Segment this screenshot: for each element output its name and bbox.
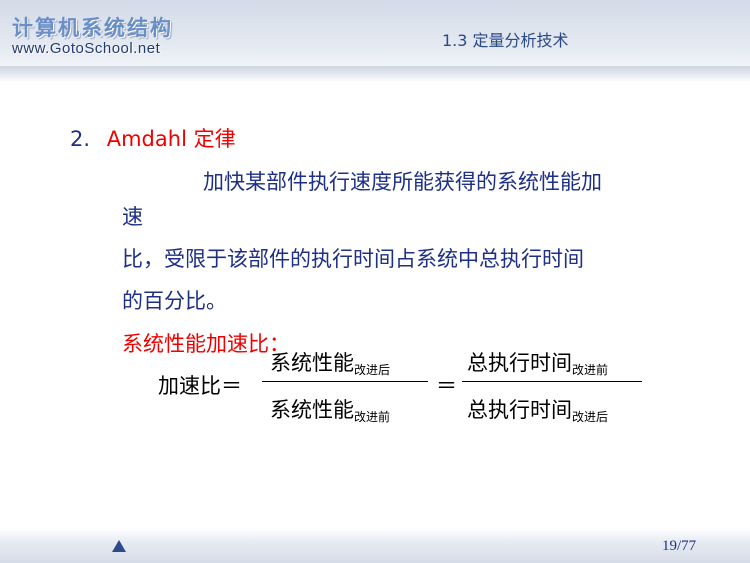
frac1-den-main: 系统性能 xyxy=(270,398,354,422)
body-line-4: 的百分比。 xyxy=(122,289,227,313)
frac2-den-main: 总执行时间 xyxy=(467,398,572,422)
slide-content: 2. Amdahl 定律 加快某部件执行速度所能获得的系统性能加 速 比，受限于… xyxy=(0,0,750,563)
frac1-den-sub: 改进前 xyxy=(354,410,391,424)
page-number: 19/77 xyxy=(662,538,697,554)
frac2-denominator: 总执行时间改进后 xyxy=(467,394,608,425)
heading-title: Amdahl 定律 xyxy=(106,127,236,151)
frac2-numerator: 总执行时间改进前 xyxy=(467,347,608,378)
frac2-den-sub: 改进后 xyxy=(572,410,609,424)
frac2-num-main: 总执行时间 xyxy=(467,351,572,375)
formula-equals: ＝ xyxy=(436,374,457,398)
triangle-up-icon[interactable] xyxy=(112,540,126,552)
body-line-2: 速 xyxy=(122,205,143,229)
body-line-1: 加快某部件执行速度所能获得的系统性能加 xyxy=(203,170,602,194)
frac2-bar xyxy=(462,381,642,382)
heading: 2. Amdahl 定律 xyxy=(70,123,236,153)
frac1-num-sub: 改进后 xyxy=(354,363,391,377)
frac2-num-sub: 改进前 xyxy=(572,363,609,377)
heading-number: 2. xyxy=(70,127,91,151)
frac1-denominator: 系统性能改进前 xyxy=(270,394,390,425)
frac1-bar xyxy=(262,381,428,382)
body-line-3: 比，受限于该部件的执行时间占系统中总执行时间 xyxy=(122,247,584,271)
formula-label: 系统性能加速比： xyxy=(122,332,290,356)
frac1-num-main: 系统性能 xyxy=(270,351,354,375)
formula-lhs: 加速比＝ xyxy=(158,374,242,398)
frac1-numerator: 系统性能改进后 xyxy=(270,347,390,378)
